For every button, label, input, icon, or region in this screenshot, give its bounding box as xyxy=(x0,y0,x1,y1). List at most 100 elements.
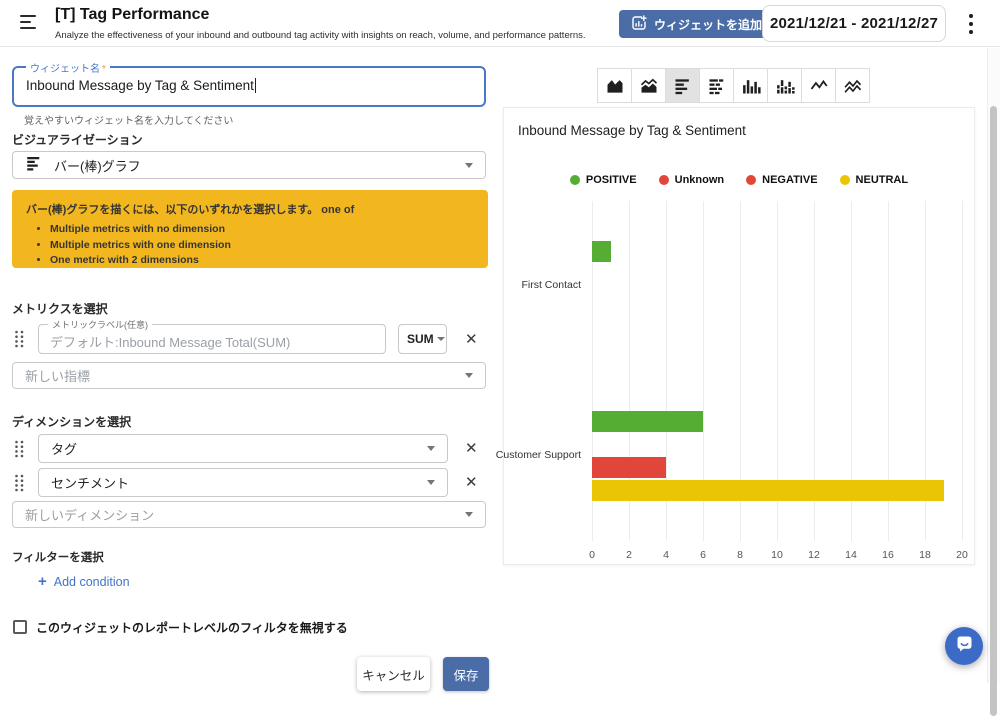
new-metric-placeholder: 新しい指標 xyxy=(25,366,90,385)
drag-handle-icon[interactable] xyxy=(14,440,25,458)
add-condition-link[interactable]: + Add condition xyxy=(38,573,130,590)
chart-type-column-icon[interactable] xyxy=(733,68,768,103)
bar xyxy=(592,241,611,262)
bar-chart-plot: 02468101214161820First ContactCustomer S… xyxy=(592,201,962,541)
widget-name-input[interactable]: ウィジェット名* Inbound Message by Tag & Sentim… xyxy=(12,66,486,107)
dimension-select-sentiment[interactable]: センチメント xyxy=(38,468,448,497)
visualization-value: バー(棒)グラフ xyxy=(54,156,141,175)
alert-item: Multiple metrics with one dimension xyxy=(50,239,474,251)
ignore-report-filter-label: このウィジェットのレポートレベルのフィルタを無視する xyxy=(36,619,348,636)
text-caret xyxy=(255,78,256,93)
chevron-down-icon xyxy=(427,446,435,451)
legend-dot xyxy=(840,175,850,185)
add-widget-label: ウィジェットを追加 xyxy=(654,16,762,33)
scrollbar-thumb[interactable] xyxy=(990,106,997,716)
gridline xyxy=(962,201,963,541)
cancel-button[interactable]: キャンセル xyxy=(357,657,430,691)
new-metric-select[interactable]: 新しい指標 xyxy=(12,362,486,389)
x-tick-label: 12 xyxy=(794,549,834,561)
plus-icon: + xyxy=(38,573,47,590)
aggregation-select[interactable]: SUM xyxy=(398,324,447,354)
metrics-section-label: メトリクスを選択 xyxy=(12,300,108,317)
remove-dimension-icon[interactable]: ✕ xyxy=(465,441,478,456)
bar-chart-requirements-alert: バー(棒)グラフを描くには、以下のいずれかを選択します。 one of Mult… xyxy=(12,190,488,268)
legend-dot xyxy=(659,175,669,185)
chevron-down-icon xyxy=(465,373,473,378)
chart-type-grouped-column-icon[interactable] xyxy=(767,68,802,103)
menu-icon[interactable] xyxy=(20,15,37,30)
bar xyxy=(592,411,703,432)
metric-label-caption: メトリックラベル(任意) xyxy=(48,318,152,331)
widget-name-label: ウィジェット名* xyxy=(26,60,110,75)
legend-item: Unknown xyxy=(659,174,725,186)
chart-type-horizontal-bar-icon[interactable] xyxy=(665,68,700,103)
widget-name-helper: 覚えやすいウィジェット名を入力してください xyxy=(24,112,233,127)
new-dimension-select[interactable]: 新しいディメンション xyxy=(12,501,486,528)
x-tick-label: 0 xyxy=(572,549,612,561)
horizontal-bar-chart-icon xyxy=(25,154,43,177)
bar xyxy=(592,457,666,478)
chart-type-grouped-horizontal-bar-icon[interactable] xyxy=(699,68,734,103)
metric-label-placeholder: デフォルト:Inbound Message Total(SUM) xyxy=(50,332,290,351)
chart-preview-card: Inbound Message by Tag & Sentiment POSIT… xyxy=(503,107,975,565)
chart-type-line-icon[interactable] xyxy=(801,68,836,103)
drag-handle-icon[interactable] xyxy=(14,330,25,348)
ignore-report-filter-checkbox[interactable] xyxy=(13,620,27,634)
chart-type-area-icon[interactable] xyxy=(597,68,632,103)
chart-title: Inbound Message by Tag & Sentiment xyxy=(518,123,746,138)
scrollbar-track xyxy=(987,48,1000,683)
x-tick-label: 10 xyxy=(757,549,797,561)
chevron-down-icon xyxy=(465,163,473,168)
x-tick-label: 18 xyxy=(905,549,945,561)
x-tick-label: 4 xyxy=(646,549,686,561)
chevron-down-icon xyxy=(437,337,445,341)
chart-legend: POSITIVE Unknown NEGATIVE NEUTRAL xyxy=(504,174,974,186)
x-tick-label: 16 xyxy=(868,549,908,561)
legend-item: NEUTRAL xyxy=(840,174,909,186)
legend-dot xyxy=(570,175,580,185)
new-dimension-placeholder: 新しいディメンション xyxy=(25,505,154,524)
widget-name-value: Inbound Message by Tag & Sentiment xyxy=(26,78,254,93)
chevron-down-icon xyxy=(465,512,473,517)
alert-item: Multiple metrics with no dimension xyxy=(50,223,474,235)
drag-handle-icon[interactable] xyxy=(14,474,25,492)
chart-type-multi-line-icon[interactable] xyxy=(835,68,870,103)
remove-dimension-icon[interactable]: ✕ xyxy=(465,475,478,490)
kebab-menu-icon[interactable] xyxy=(969,14,973,34)
required-asterisk: * xyxy=(102,64,106,75)
chevron-down-icon xyxy=(427,480,435,485)
metric-label-input[interactable]: メトリックラベル(任意) デフォルト:Inbound Message Total… xyxy=(38,324,386,354)
x-tick-label: 6 xyxy=(683,549,723,561)
dimension-value: センチメント xyxy=(51,473,129,492)
legend-dot xyxy=(746,175,756,185)
page-subtitle: Analyze the effectiveness of your inboun… xyxy=(55,30,586,41)
alert-title: バー(棒)グラフを描くには、以下のいずれかを選択します。 one of xyxy=(26,201,474,217)
chat-bubble-icon xyxy=(954,633,975,659)
x-tick-label: 20 xyxy=(942,549,982,561)
chart-type-stacked-area-icon[interactable] xyxy=(631,68,666,103)
dimension-select-tag[interactable]: タグ xyxy=(38,434,448,463)
filters-section-label: フィルターを選択 xyxy=(12,549,104,565)
add-widget-button[interactable]: ウィジェットを追加 xyxy=(619,10,774,38)
legend-item: POSITIVE xyxy=(570,174,637,186)
x-tick-label: 14 xyxy=(831,549,871,561)
dimensions-section-label: ディメンションを選択 xyxy=(12,413,131,430)
category-label: Customer Support xyxy=(486,449,581,461)
chat-launcher-button[interactable] xyxy=(945,627,983,665)
alert-item: One metric with 2 dimensions xyxy=(50,254,474,266)
add-condition-label: Add condition xyxy=(54,575,130,589)
dimension-value: タグ xyxy=(51,439,77,458)
save-button[interactable]: 保存 xyxy=(443,657,489,691)
x-tick-label: 8 xyxy=(720,549,760,561)
date-range-value: 2021/12/21 - 2021/12/27 xyxy=(770,15,938,32)
bar xyxy=(592,480,944,501)
widget-add-icon xyxy=(631,15,647,34)
visualization-label: ビジュアライゼーション xyxy=(12,131,143,148)
date-range-picker[interactable]: 2021/12/21 - 2021/12/27 xyxy=(762,5,946,42)
x-tick-label: 2 xyxy=(609,549,649,561)
top-header: [T] Tag Performance Analyze the effectiv… xyxy=(0,0,1000,47)
chart-type-toolbar xyxy=(597,68,870,103)
category-label: First Contact xyxy=(486,279,581,291)
visualization-select[interactable]: バー(棒)グラフ xyxy=(12,151,486,179)
remove-metric-icon[interactable]: ✕ xyxy=(465,332,478,347)
